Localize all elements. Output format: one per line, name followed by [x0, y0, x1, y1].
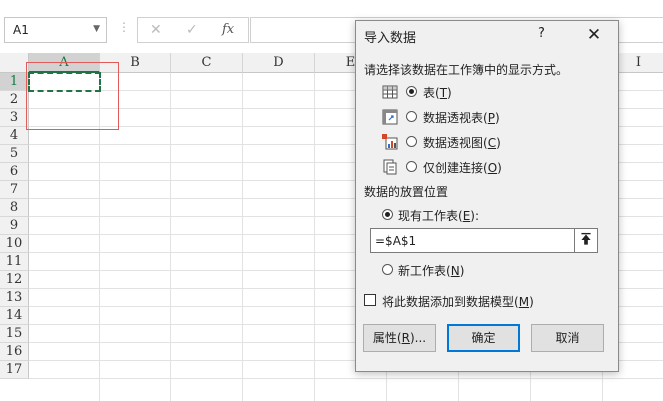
radio-table[interactable] [406, 86, 417, 97]
name-box-value: A1 [13, 23, 29, 37]
more-dots-icon: ⋮ [118, 20, 130, 34]
chevron-down-icon[interactable]: ▼ [93, 24, 100, 34]
column-header-d[interactable]: D [243, 53, 315, 73]
option-connection-only[interactable]: 仅创建连接(O) [382, 158, 582, 176]
dialog-title: 导入数据 [364, 31, 417, 46]
enter-icon[interactable]: ✓ [186, 22, 198, 38]
row-header-10[interactable]: 10 [0, 235, 29, 253]
pivot-chart-icon [382, 134, 398, 150]
data-model-checkbox[interactable]: 将此数据添加到数据模型(M) [364, 293, 604, 309]
pivot-table-icon [382, 109, 398, 125]
row-header-13[interactable]: 13 [0, 289, 29, 307]
row-header-16[interactable]: 16 [0, 343, 29, 361]
collapse-dialog-button[interactable] [574, 228, 598, 253]
ok-button[interactable]: 确定 [447, 324, 520, 352]
grid-hline [29, 378, 663, 379]
arrow-up-icon [581, 232, 591, 245]
close-button[interactable]: ✕ [582, 24, 606, 46]
row-header-2[interactable]: 2 [0, 91, 29, 109]
option-pivot-chart[interactable]: 数据透视图(C) [382, 133, 582, 151]
row-header-12[interactable]: 12 [0, 271, 29, 289]
row-header-17[interactable]: 17 [0, 361, 29, 379]
row-header-11[interactable]: 11 [0, 253, 29, 271]
row-header-15[interactable]: 15 [0, 325, 29, 343]
option-new-sheet[interactable]: 新工作表(N) [382, 261, 582, 279]
row-header-9[interactable]: 9 [0, 217, 29, 235]
row-header-6[interactable]: 6 [0, 163, 29, 181]
table-icon [382, 85, 398, 99]
row-header-3[interactable]: 3 [0, 109, 29, 127]
properties-button[interactable]: 属性(R)... [363, 324, 436, 352]
cancel-icon[interactable]: ✕ [150, 22, 162, 38]
radio-pivot-chart[interactable] [406, 136, 417, 147]
reference-value: =$A$1 [375, 234, 417, 248]
help-button[interactable]: ? [538, 26, 545, 41]
radio-existing-sheet[interactable] [382, 209, 393, 220]
placement-title: 数据的放置位置 [364, 185, 449, 199]
fx-icon[interactable]: fx [222, 22, 234, 37]
checkbox-box[interactable] [364, 294, 376, 306]
formula-buttons: ✕ ✓ fx [137, 17, 249, 43]
highlight-box [26, 62, 119, 130]
option-existing-sheet[interactable]: 现有工作表(E): [382, 206, 582, 224]
connection-icon [383, 159, 397, 175]
row-header-1[interactable]: 1 [0, 73, 29, 91]
grid-vline [170, 73, 171, 401]
grid-vline [242, 73, 243, 401]
grid-vline [314, 73, 315, 401]
radio-connection-only[interactable] [406, 161, 417, 172]
row-header-5[interactable]: 5 [0, 145, 29, 163]
reference-input[interactable]: =$A$1 [370, 228, 598, 253]
display-prompt: 请选择该数据在工作簿中的显示方式。 [364, 63, 569, 77]
import-data-dialog: 导入数据 ? ✕ 请选择该数据在工作簿中的显示方式。 表(T) 数据透视表(P) [355, 20, 619, 372]
row-header-14[interactable]: 14 [0, 307, 29, 325]
cancel-button[interactable]: 取消 [531, 324, 604, 352]
row-header-4[interactable]: 4 [0, 127, 29, 145]
column-header-c[interactable]: C [171, 53, 243, 73]
row-header-7[interactable]: 7 [0, 181, 29, 199]
radio-pivot-table[interactable] [406, 111, 417, 122]
option-pivot-table[interactable]: 数据透视表(P) [382, 108, 582, 126]
name-box[interactable]: A1 ▼ [4, 17, 107, 43]
option-table[interactable]: 表(T) [382, 83, 582, 101]
radio-new-sheet[interactable] [382, 264, 393, 275]
select-all-corner[interactable] [0, 53, 29, 73]
row-header-8[interactable]: 8 [0, 199, 29, 217]
